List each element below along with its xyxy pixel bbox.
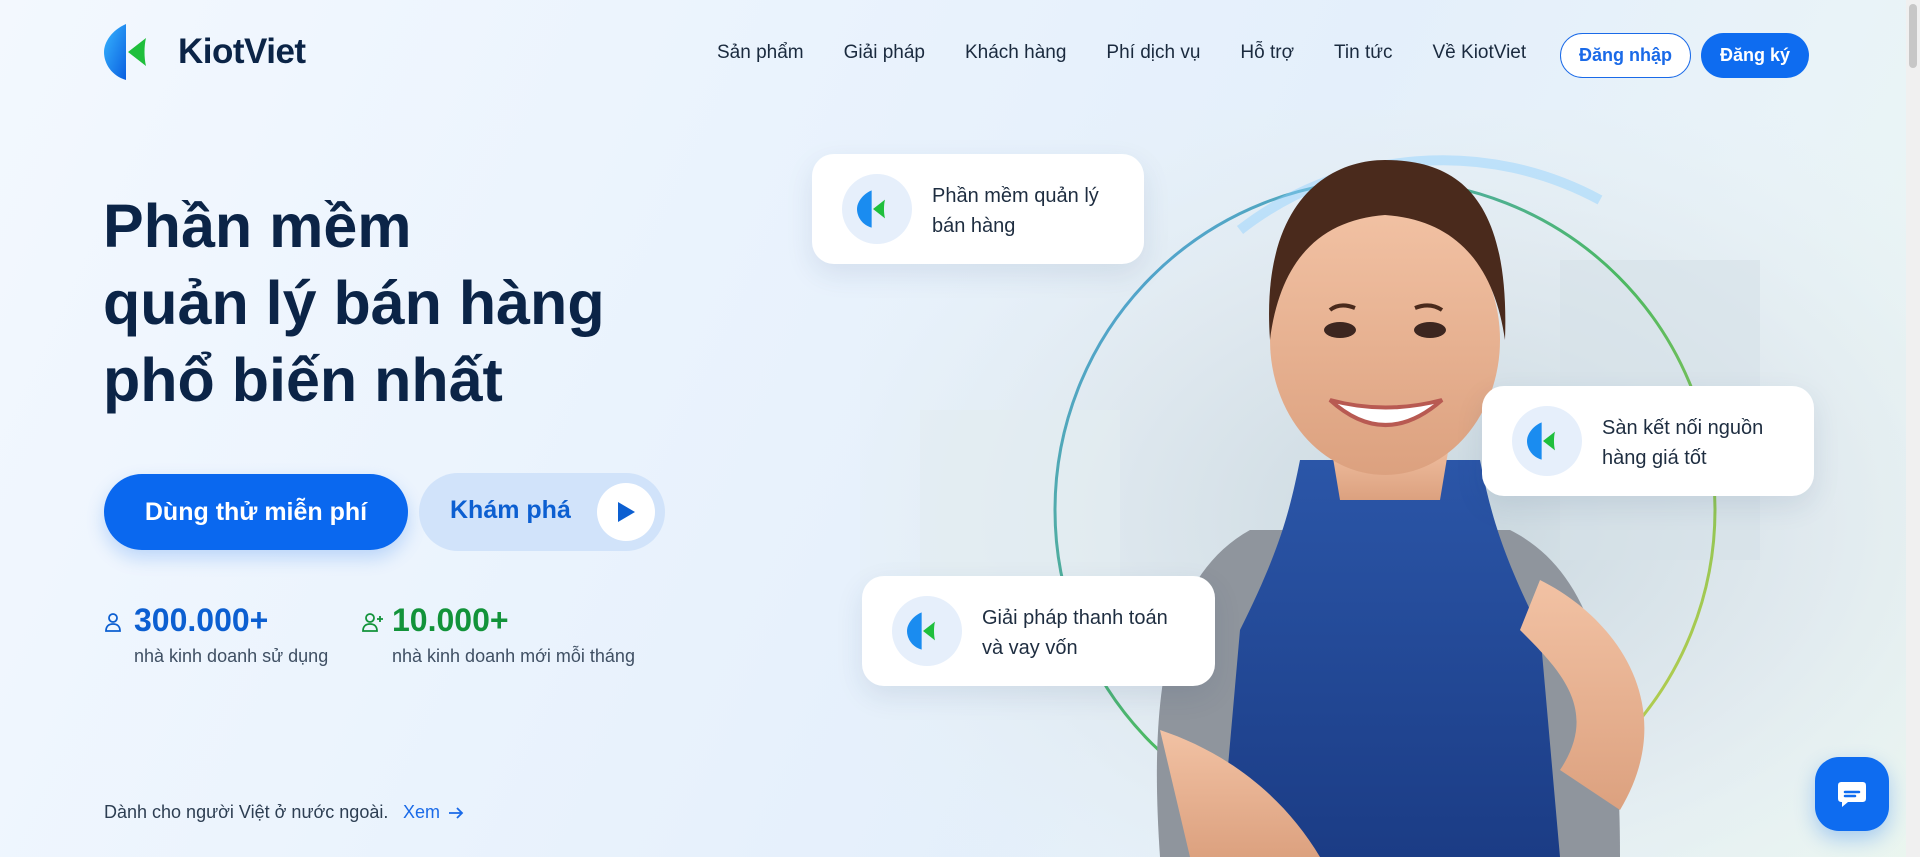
overseas-link[interactable]: Xem xyxy=(403,802,464,823)
kiotviet-logo-icon xyxy=(104,24,146,80)
play-button[interactable] xyxy=(597,483,655,541)
user-plus-icon xyxy=(362,613,383,632)
stat-label: nhà kinh doanh mới mỗi tháng xyxy=(392,646,635,666)
hero-title-line: Phần mềm xyxy=(103,192,412,260)
nav-item-customers[interactable]: Khách hàng xyxy=(965,42,1066,64)
brand-name: KiotViet xyxy=(178,32,306,71)
kiotviet-logo-icon xyxy=(857,190,885,228)
main-nav: Sản phẩm Giải pháp Khách hàng Phí dịch v… xyxy=(717,42,1526,64)
feature-text: Phần mềm quản lý bán hàng xyxy=(932,181,1099,241)
feature-line: Sàn kết nối nguồn xyxy=(1602,417,1764,439)
hero-title-line: quản lý bán hàng xyxy=(103,269,605,337)
nav-item-support[interactable]: Hỗ trợ xyxy=(1240,42,1294,64)
nav-item-products[interactable]: Sản phẩm xyxy=(717,42,804,64)
login-button[interactable]: Đăng nhập xyxy=(1560,33,1691,78)
feature-card-marketplace: Sàn kết nối nguồn hàng giá tốt xyxy=(1482,386,1814,496)
kiotviet-logo-icon xyxy=(907,612,935,650)
chat-icon xyxy=(1838,782,1866,807)
stat-label: nhà kinh doanh sử dụng xyxy=(134,646,329,666)
free-trial-button[interactable]: Dùng thử miễn phí xyxy=(104,474,408,550)
nav-item-pricing[interactable]: Phí dịch vụ xyxy=(1106,42,1200,64)
feature-line: Phần mềm quản lý xyxy=(932,185,1099,207)
user-icon xyxy=(105,613,121,632)
overseas-note: Dành cho người Việt ở nước ngoài. xyxy=(104,802,389,822)
feature-line: bán hàng xyxy=(932,215,1016,237)
feature-badge xyxy=(842,174,912,244)
feature-line: hàng giá tốt xyxy=(1602,447,1707,469)
hero-title-line: phổ biến nhất xyxy=(103,346,503,414)
arrow-right-icon xyxy=(449,806,464,819)
feature-card-pos: Phần mềm quản lý bán hàng xyxy=(812,154,1144,264)
hero-title: Phần mềm quản lý bán hàng phổ biến nhất xyxy=(103,188,605,419)
scrollbar-thumb[interactable] xyxy=(1909,4,1917,68)
stat-value: 300.000+ xyxy=(134,602,269,638)
feature-text: Giải pháp thanh toán và vay vốn xyxy=(982,603,1168,663)
feature-line: Giải pháp thanh toán xyxy=(982,607,1168,629)
feature-text: Sàn kết nối nguồn hàng giá tốt xyxy=(1602,413,1763,473)
nav-item-solutions[interactable]: Giải pháp xyxy=(844,42,925,64)
play-icon xyxy=(618,502,635,522)
explore-button[interactable]: Khám phá xyxy=(419,473,665,551)
explore-label: Khám phá xyxy=(450,496,571,524)
feature-line: và vay vốn xyxy=(982,637,1078,659)
feature-badge xyxy=(892,596,962,666)
chat-button[interactable] xyxy=(1815,757,1889,831)
nav-item-news[interactable]: Tin tức xyxy=(1334,42,1392,64)
brand-logo[interactable]: KiotViet xyxy=(104,22,306,82)
scrollbar[interactable] xyxy=(1906,0,1920,857)
nav-item-about[interactable]: Về KiotViet xyxy=(1433,42,1527,64)
feature-badge xyxy=(1512,406,1582,476)
stat-value: 10.000+ xyxy=(392,602,509,638)
feature-card-payment: Giải pháp thanh toán và vay vốn xyxy=(862,576,1215,686)
see-label: Xem xyxy=(403,802,441,822)
kiotviet-logo-icon xyxy=(1527,422,1555,460)
signup-button[interactable]: Đăng ký xyxy=(1701,33,1809,78)
